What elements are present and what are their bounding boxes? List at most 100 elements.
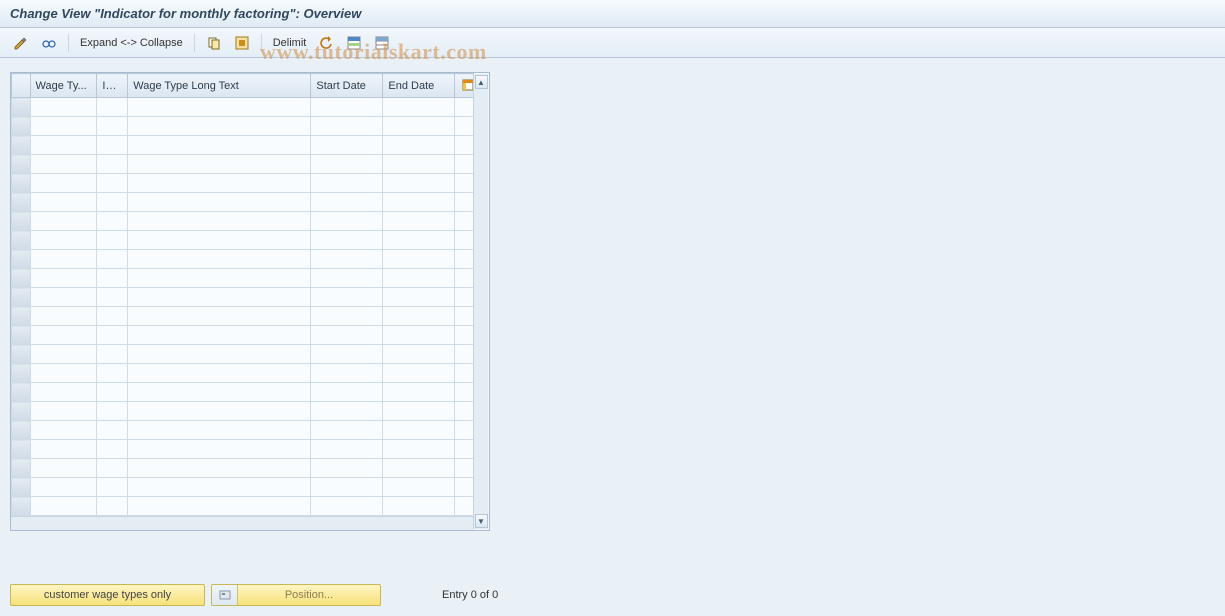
cell-start-date[interactable]: [311, 174, 383, 193]
row-selector-cell[interactable]: [12, 231, 31, 250]
cell-end-date[interactable]: [383, 307, 455, 326]
cell-end-date[interactable]: [383, 421, 455, 440]
cell-start-date[interactable]: [311, 250, 383, 269]
cell-inf[interactable]: [97, 307, 128, 326]
table-row[interactable]: [12, 155, 474, 174]
cell-end-date[interactable]: [383, 155, 455, 174]
cell-inf[interactable]: [97, 250, 128, 269]
table-row[interactable]: [12, 98, 474, 117]
cell-start-date[interactable]: [311, 288, 383, 307]
cell-end-date[interactable]: [383, 383, 455, 402]
cell-end-date[interactable]: [383, 440, 455, 459]
table-row[interactable]: [12, 174, 474, 193]
details-button[interactable]: [36, 33, 62, 53]
cell-inf[interactable]: [97, 421, 128, 440]
cell-wage-type[interactable]: [30, 174, 97, 193]
table-row[interactable]: [12, 250, 474, 269]
table-row[interactable]: [12, 212, 474, 231]
cell-inf[interactable]: [97, 212, 128, 231]
vertical-scrollbar[interactable]: ▲ ▼: [473, 74, 488, 529]
cell-long-text[interactable]: [128, 174, 311, 193]
cell-end-date[interactable]: [383, 326, 455, 345]
cell-start-date[interactable]: [311, 402, 383, 421]
cell-long-text[interactable]: [128, 345, 311, 364]
cell-start-date[interactable]: [311, 269, 383, 288]
cell-end-date[interactable]: [383, 250, 455, 269]
row-selector-cell[interactable]: [12, 269, 31, 288]
scroll-up-button[interactable]: ▲: [475, 75, 488, 89]
cell-long-text[interactable]: [128, 383, 311, 402]
cell-inf[interactable]: [97, 478, 128, 497]
cell-long-text[interactable]: [128, 326, 311, 345]
cell-wage-type[interactable]: [30, 288, 97, 307]
row-selector-cell[interactable]: [12, 117, 31, 136]
cell-end-date[interactable]: [383, 117, 455, 136]
cell-long-text[interactable]: [128, 269, 311, 288]
cell-wage-type[interactable]: [30, 212, 97, 231]
table-row[interactable]: [12, 459, 474, 478]
cell-start-date[interactable]: [311, 364, 383, 383]
cell-start-date[interactable]: [311, 478, 383, 497]
cell-inf[interactable]: [97, 345, 128, 364]
row-selector-cell[interactable]: [12, 440, 31, 459]
cell-end-date[interactable]: [383, 459, 455, 478]
cell-wage-type[interactable]: [30, 98, 97, 117]
cell-start-date[interactable]: [311, 155, 383, 174]
cell-inf[interactable]: [97, 364, 128, 383]
cell-end-date[interactable]: [383, 136, 455, 155]
cell-long-text[interactable]: [128, 250, 311, 269]
column-header-wage-type[interactable]: Wage Ty...: [30, 74, 97, 98]
cell-start-date[interactable]: [311, 98, 383, 117]
row-selector-cell[interactable]: [12, 174, 31, 193]
cell-inf[interactable]: [97, 193, 128, 212]
cell-long-text[interactable]: [128, 231, 311, 250]
deselect-block-button[interactable]: [369, 33, 395, 53]
cell-inf[interactable]: [97, 98, 128, 117]
row-selector-cell[interactable]: [12, 364, 31, 383]
cell-start-date[interactable]: [311, 231, 383, 250]
cell-long-text[interactable]: [128, 307, 311, 326]
cell-long-text[interactable]: [128, 117, 311, 136]
cell-inf[interactable]: [97, 136, 128, 155]
column-header-config[interactable]: [455, 74, 474, 98]
table-row[interactable]: [12, 117, 474, 136]
cell-start-date[interactable]: [311, 212, 383, 231]
row-selector-cell[interactable]: [12, 478, 31, 497]
horizontal-scrollbar[interactable]: [11, 516, 474, 530]
row-selector-cell[interactable]: [12, 250, 31, 269]
table-row[interactable]: [12, 383, 474, 402]
table-row[interactable]: [12, 231, 474, 250]
row-selector-cell[interactable]: [12, 193, 31, 212]
data-grid[interactable]: Wage Ty... Inf... Wage Type Long Text St…: [11, 73, 474, 516]
cell-wage-type[interactable]: [30, 117, 97, 136]
cell-wage-type[interactable]: [30, 269, 97, 288]
cell-inf[interactable]: [97, 402, 128, 421]
table-row[interactable]: [12, 307, 474, 326]
cell-wage-type[interactable]: [30, 250, 97, 269]
table-row[interactable]: [12, 440, 474, 459]
column-header-row-selector[interactable]: [12, 74, 31, 98]
cell-end-date[interactable]: [383, 269, 455, 288]
table-row[interactable]: [12, 136, 474, 155]
cell-inf[interactable]: [97, 174, 128, 193]
cell-start-date[interactable]: [311, 326, 383, 345]
table-row[interactable]: [12, 345, 474, 364]
table-row[interactable]: [12, 364, 474, 383]
cell-inf[interactable]: [97, 326, 128, 345]
cell-end-date[interactable]: [383, 98, 455, 117]
cell-inf[interactable]: [97, 440, 128, 459]
cell-start-date[interactable]: [311, 193, 383, 212]
cell-end-date[interactable]: [383, 288, 455, 307]
cell-inf[interactable]: [97, 288, 128, 307]
cell-end-date[interactable]: [383, 345, 455, 364]
cell-inf[interactable]: [97, 497, 128, 516]
table-row[interactable]: [12, 193, 474, 212]
row-selector-cell[interactable]: [12, 212, 31, 231]
cell-start-date[interactable]: [311, 117, 383, 136]
cell-wage-type[interactable]: [30, 231, 97, 250]
cell-wage-type[interactable]: [30, 478, 97, 497]
cell-wage-type[interactable]: [30, 136, 97, 155]
cell-start-date[interactable]: [311, 440, 383, 459]
cell-long-text[interactable]: [128, 478, 311, 497]
cell-wage-type[interactable]: [30, 307, 97, 326]
